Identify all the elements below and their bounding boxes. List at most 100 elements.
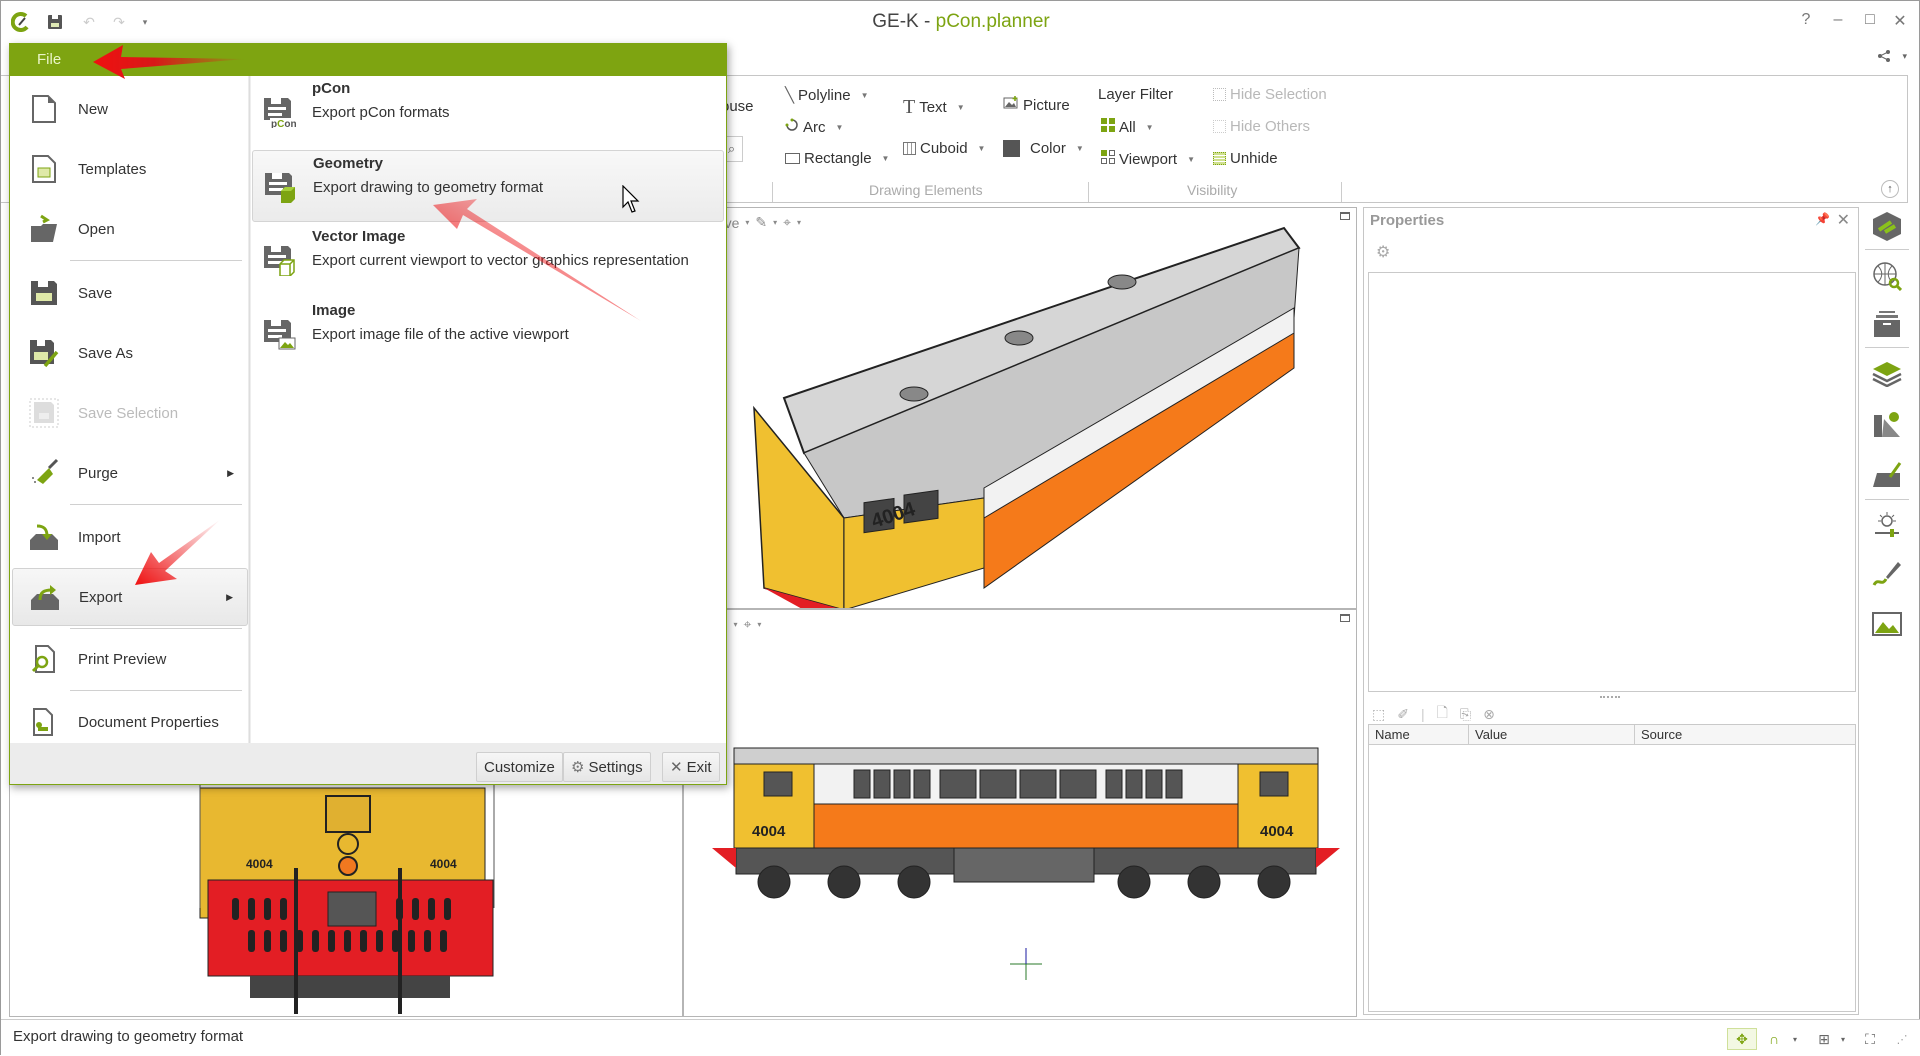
hide-others-label: Hide Others	[1230, 118, 1311, 135]
picture-button[interactable]: Picture	[1003, 96, 1070, 114]
polyline-button[interactable]: ╲ Polyline ▼	[785, 86, 869, 105]
column-header-name[interactable]: Name	[1369, 725, 1469, 744]
clear-icon[interactable]: ⊗	[1483, 706, 1495, 723]
help-button[interactable]: ?	[1795, 11, 1817, 29]
menu-item-open[interactable]: Open	[12, 200, 248, 258]
menu-item-save-as[interactable]: Save As	[12, 324, 248, 382]
maximize-button[interactable]: □	[1859, 11, 1881, 29]
file-tab[interactable]: File	[37, 51, 61, 68]
layer-filter-viewport-button[interactable]: Viewport ▼	[1101, 150, 1195, 168]
chevron-down-icon[interactable]: ▼	[978, 144, 986, 153]
arc-label: Arc	[803, 118, 826, 136]
splitter-handle[interactable]	[1600, 696, 1620, 698]
arc-button[interactable]: Arc ▼	[785, 118, 843, 136]
menu-item-new[interactable]: New	[12, 80, 248, 138]
menu-item-label: Purge	[78, 464, 119, 482]
export-option-pcon[interactable]: pCon pCon Export pCon formats	[252, 76, 724, 148]
toolbar-divider	[1865, 499, 1909, 500]
menu-item-print-preview[interactable]: Print Preview	[12, 630, 248, 688]
text-icon: T	[903, 96, 916, 118]
layers-icon[interactable]	[1869, 357, 1905, 391]
pin-icon[interactable]: 📌	[1815, 212, 1830, 226]
close-window-button[interactable]: ✕	[1889, 11, 1911, 31]
toolbar-divider	[1865, 249, 1909, 250]
snap-dropdown-icon[interactable]: ▾	[1789, 1028, 1801, 1050]
column-header-value[interactable]: Value	[1469, 725, 1635, 744]
properties-toolbar: ⬚ ✐ | 🗋 ⎘ ⊗	[1372, 702, 1495, 726]
pen-style-icon[interactable]	[1869, 557, 1905, 591]
menu-item-purge[interactable]: Purge ▶	[12, 444, 248, 502]
viewport-layout-icon[interactable]: ⊞	[1813, 1028, 1835, 1050]
menu-item-document-properties[interactable]: Document Properties	[12, 693, 248, 751]
minimize-button[interactable]: ‒	[1827, 11, 1849, 29]
text-button[interactable]: T Text ▼	[903, 96, 965, 119]
unhide-label: Unhide	[1230, 150, 1278, 167]
chevron-down-icon[interactable]: ▼	[1187, 155, 1195, 164]
property-settings-icon[interactable]: ⚙	[1376, 242, 1390, 262]
layout-dropdown-icon[interactable]: ▾	[1837, 1028, 1849, 1050]
chevron-down-icon[interactable]: ▼	[1146, 123, 1154, 132]
image-icon[interactable]	[1869, 607, 1905, 641]
exit-button[interactable]: ✕ Exit	[662, 752, 720, 782]
share-icon[interactable]	[1877, 49, 1891, 66]
export-option-vector-image[interactable]: Vector Image Export current viewport to …	[252, 224, 724, 296]
chevron-down-icon[interactable]: ▼	[882, 154, 890, 163]
select-icon[interactable]: ⬚	[1372, 706, 1385, 723]
svg-text:pCon: pCon	[271, 119, 296, 128]
export-option-image[interactable]: Image Export image file of the active vi…	[252, 298, 724, 370]
fullscreen-icon[interactable]: ⛶	[1859, 1028, 1881, 1050]
collapse-ribbon-button[interactable]: ↑	[1881, 180, 1899, 198]
resize-grip-icon[interactable]: ⋰	[1891, 1028, 1913, 1050]
right-toolbar	[1863, 207, 1913, 647]
menu-item-templates[interactable]: Templates	[12, 140, 248, 198]
cuboid-button[interactable]: Cuboid ▼	[903, 140, 985, 157]
copy-document-icon[interactable]: ⎘	[1460, 706, 1471, 723]
snap-magnet-icon[interactable]: ∩	[1763, 1028, 1785, 1050]
hide-others-button[interactable]: Hide Others	[1213, 118, 1310, 135]
rectangle-button[interactable]: Rectangle ▼	[785, 150, 889, 167]
move-view-icon[interactable]: ✥	[1727, 1028, 1757, 1050]
export-option-description: Export drawing to geometry format	[313, 179, 544, 196]
viewport-side[interactable]: nt▾ ✎▾ ⌖▾ 4004 4004	[683, 609, 1357, 1017]
color-button[interactable]: Color ▼	[1003, 140, 1084, 157]
locomotive-side-view: 4004 4004	[712, 747, 1340, 980]
menu-item-export[interactable]: Export ▶	[12, 568, 248, 626]
export-option-description: Export image file of the active viewport	[312, 326, 569, 343]
title-separator: -	[918, 11, 936, 32]
close-panel-icon[interactable]: ✕	[1837, 210, 1850, 230]
menu-item-save[interactable]: Save	[12, 264, 248, 322]
unhide-button[interactable]: Unhide	[1213, 150, 1278, 167]
customize-button[interactable]: Customize	[476, 752, 563, 782]
chevron-down-icon[interactable]: ▼	[1076, 144, 1084, 153]
brush-icon[interactable]: ✐	[1397, 706, 1409, 723]
toolbar-divider	[1865, 347, 1909, 348]
material-settings-icon[interactable]	[1869, 407, 1905, 441]
new-document-icon[interactable]: 🗋	[1437, 702, 1448, 726]
share-dropdown-icon[interactable]: ▾	[1902, 51, 1907, 62]
settings-button[interactable]: ⚙ Settings	[563, 752, 651, 782]
terrain-edit-icon[interactable]	[1869, 457, 1905, 491]
submenu-arrow-icon: ▶	[226, 591, 233, 602]
column-header-source[interactable]: Source	[1635, 725, 1855, 744]
viewport-label: Viewport	[1119, 150, 1178, 168]
export-option-title: Image	[312, 302, 356, 319]
polyline-icon: ╲	[785, 87, 795, 104]
save-as-icon	[24, 333, 64, 373]
archive-icon[interactable]	[1869, 307, 1905, 341]
hide-selection-label: Hide Selection	[1230, 86, 1327, 103]
chevron-down-icon[interactable]: ▼	[861, 91, 869, 100]
menu-item-import[interactable]: Import	[12, 508, 248, 566]
web-search-icon[interactable]	[1869, 259, 1905, 293]
lighting-icon[interactable]	[1869, 509, 1905, 543]
hide-selection-button[interactable]: Hide Selection	[1213, 86, 1327, 103]
export-option-geometry[interactable]: Geometry Export drawing to geometry form…	[252, 150, 724, 222]
article-tools-icon[interactable]	[1869, 209, 1905, 243]
layer-filter-all-button[interactable]: All ▼	[1101, 118, 1154, 136]
chevron-down-icon[interactable]: ▼	[957, 103, 965, 112]
unhide-icon	[1213, 152, 1226, 165]
viewport-perspective[interactable]: spective▾ ✎▾ ⌖▾ 4004	[683, 207, 1357, 609]
grid-all-icon	[1101, 118, 1115, 136]
title-bar: ↶ ↷ ▾ GE-K - pCon.planner ? ‒ □ ✕	[1, 1, 1920, 43]
menu-item-save-selection[interactable]: Save Selection	[12, 384, 248, 442]
chevron-down-icon[interactable]: ▼	[836, 123, 844, 132]
